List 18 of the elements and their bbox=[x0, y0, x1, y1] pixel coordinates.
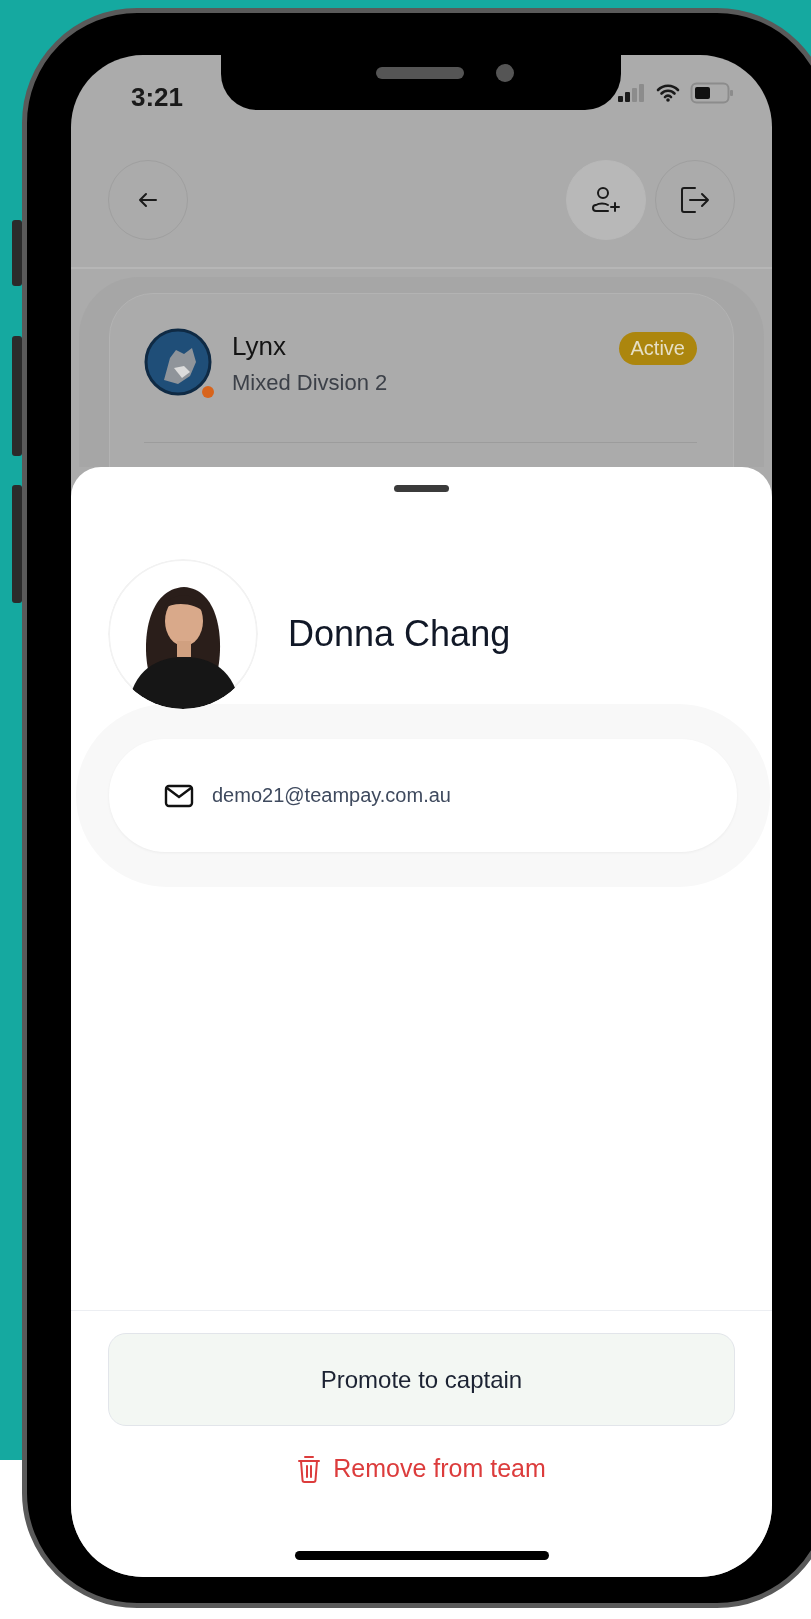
wifi-icon bbox=[656, 84, 680, 102]
promote-button[interactable]: Promote to captain bbox=[108, 1333, 735, 1426]
add-person-icon bbox=[590, 186, 622, 214]
envelope-icon bbox=[164, 783, 194, 808]
status-time: 3:21 bbox=[131, 82, 184, 113]
email-address: demo21@teampay.com.au bbox=[212, 784, 451, 807]
camera-lens bbox=[496, 64, 514, 82]
back-arrow-icon bbox=[138, 192, 158, 208]
remove-button[interactable]: Remove from team bbox=[293, 1450, 550, 1487]
member-name: Donna Chang bbox=[288, 613, 511, 655]
exit-icon bbox=[679, 185, 711, 215]
battery-icon bbox=[690, 82, 734, 104]
status-badge: Active bbox=[618, 331, 697, 365]
drag-handle[interactable] bbox=[394, 485, 449, 492]
team-division: Mixed Divsion 2 bbox=[232, 370, 389, 396]
team-name: Lynx bbox=[232, 331, 287, 362]
trash-icon bbox=[297, 1454, 322, 1483]
signal-icon bbox=[618, 84, 646, 102]
